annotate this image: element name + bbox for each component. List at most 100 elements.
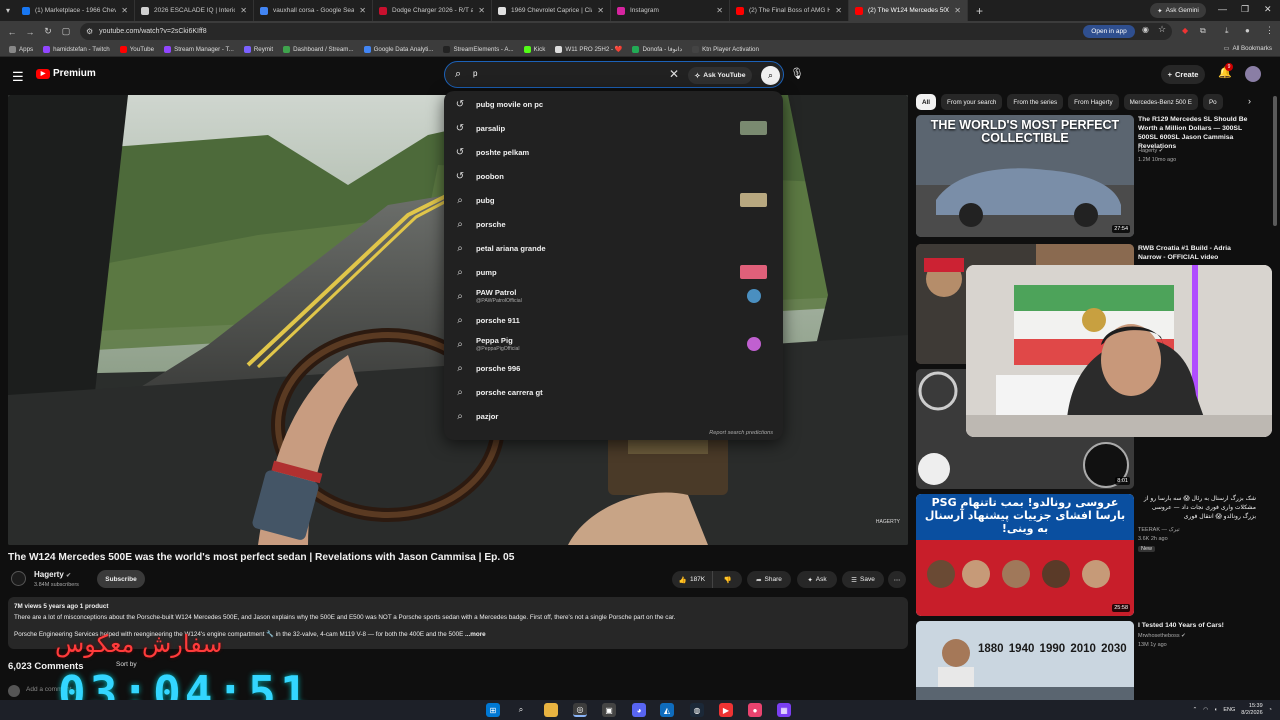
tab-close-icon[interactable]: ✕ (240, 6, 247, 15)
bookmark-item[interactable]: Stream Manager - T... (159, 45, 239, 53)
search-suggestion[interactable]: ⌕ petal ariana grande (444, 236, 783, 260)
open-in-app-button[interactable]: Open in app (1083, 25, 1135, 38)
bookmark-item[interactable]: Google Data Analyti... (359, 45, 439, 53)
scrollbar[interactable] (1273, 96, 1277, 226)
start-icon[interactable]: ⊞ (486, 703, 500, 717)
filter-chip[interactable]: All (916, 94, 937, 110)
search-suggestion[interactable]: ⌕ Peppa Pig @PeppaPigOfficial (444, 332, 783, 356)
account-avatar[interactable] (1245, 66, 1261, 82)
profile-icon[interactable]: ● (1245, 26, 1250, 35)
more-actions-button[interactable]: ⋯ (888, 571, 906, 588)
bookmark-item[interactable]: YouTube (115, 45, 159, 53)
filter-chip[interactable]: Po (1202, 94, 1223, 110)
filter-chip[interactable]: From the series (1007, 94, 1064, 110)
filter-chip[interactable]: From Hagerty (1068, 94, 1119, 110)
search-suggestion[interactable]: ⌕ pubg (444, 188, 783, 212)
recommendation-channel[interactable]: Mrwhosetheboss ✔ (1138, 633, 1186, 639)
search-suggestion[interactable]: ⌕ pump (444, 260, 783, 284)
tab-close-icon[interactable]: ✕ (359, 6, 366, 15)
password-icon[interactable]: ◉ (1142, 25, 1149, 34)
browser-tab[interactable]: Dodge Charger 2026 - R/T and ✕ (373, 0, 492, 21)
file-explorer-icon[interactable] (544, 703, 558, 717)
bookmark-item[interactable]: Kick (519, 45, 551, 53)
recommendation-item[interactable]: 1880 1940 1990 2010 2030 I Tested 140 Ye… (916, 621, 1256, 700)
reload-icon[interactable]: ↻ (42, 26, 54, 38)
search-suggestion[interactable]: ⌕ porsche 911 (444, 308, 783, 332)
channel-avatar[interactable] (11, 571, 26, 586)
tab-close-icon[interactable]: ✕ (478, 6, 485, 15)
browser-tab[interactable]: 1969 Chevrolet Caprice | Classic ✕ (492, 0, 611, 21)
bookmark-item[interactable]: Dashboard / Stream... (278, 45, 359, 53)
ask-button[interactable]: ✦ Ask (797, 571, 837, 588)
all-bookmarks[interactable]: ▭ All Bookmarks (1224, 45, 1272, 52)
report-predictions-link[interactable]: Report search predictions (709, 430, 773, 436)
notification-icon[interactable]: ◔ (1269, 707, 1272, 713)
filter-chip[interactable]: Mercedes-Benz 500 E (1123, 94, 1198, 110)
browser-tab[interactable]: Instagram ✕ (611, 0, 730, 21)
extension-icon[interactable]: ◆ (1182, 26, 1188, 35)
bookmark-star-icon[interactable]: ☆ (1158, 24, 1166, 35)
discord-icon[interactable]: ◕ (632, 703, 646, 717)
bookmark-item[interactable]: W11 PRO 25H2 - ❤️ (550, 45, 627, 53)
tray-arrow-icon[interactable]: ⌃ (1193, 707, 1198, 713)
browser-tab[interactable]: (2) The Final Boss of AMG Hot ✕ (730, 0, 849, 21)
search-suggestion[interactable]: ↺ poobon (444, 164, 783, 188)
ask-gemini-button[interactable]: ✦ Ask Gemini (1150, 3, 1206, 18)
search-suggestion[interactable]: ⌕ PAW Patrol @PAWPatrolOfficial (444, 284, 783, 308)
new-tab-button[interactable]: + (976, 4, 983, 18)
wifi-icon[interactable]: ◠ (1203, 707, 1208, 713)
youtube-logo[interactable]: ▶ Premium (36, 68, 96, 79)
tab-close-icon[interactable]: ✕ (716, 6, 723, 15)
url-text[interactable]: youtube.com/watch?v=2sCki6KIff8 (99, 28, 206, 35)
app3-icon[interactable]: ▦ (777, 703, 791, 717)
bookmark-item[interactable]: StreamElements - A... (438, 45, 518, 53)
close-window-icon[interactable]: ✕ (1264, 4, 1272, 15)
download-icon[interactable]: ⤓ (1225, 26, 1229, 36)
recommendation-channel[interactable]: Hagerty ✔ (1138, 148, 1163, 154)
share-button[interactable]: ➦ Share (747, 571, 791, 588)
channel-name[interactable]: Hagerty ✔ (34, 570, 71, 579)
maximize-icon[interactable]: ❐ (1241, 4, 1249, 15)
recommendation-title[interactable]: I Tested 140 Years of Cars! (1138, 621, 1256, 630)
address-bar[interactable]: ⚙ youtube.com/watch?v=2sCki6KIff8 Open i… (80, 23, 1172, 40)
ask-youtube-button[interactable]: ✧ Ask YouTube (688, 67, 752, 84)
tab-close-icon[interactable]: ✕ (121, 6, 128, 15)
search-button[interactable]: ⌕ (761, 66, 780, 85)
chrome-icon[interactable]: ◎ (573, 703, 587, 717)
recommendation-title[interactable]: شک بزرگ ارسنال به رئال 😱 سه بارسا رو از … (1138, 494, 1256, 521)
like-button[interactable]: 👍 187K (672, 571, 712, 588)
bookmark-item[interactable]: Reymit (239, 45, 278, 53)
search-taskbar-icon[interactable]: ⌕ (514, 703, 528, 717)
language-indicator[interactable]: ENG (1223, 707, 1235, 713)
browser-tab[interactable]: (2) The W124 Mercedes 500E ✕ (849, 0, 968, 21)
minimize-icon[interactable]: — (1218, 4, 1227, 14)
tab-list-icon[interactable]: ▾ (0, 6, 16, 15)
bookmark-item[interactable]: hamidstefan - Twitch (38, 45, 115, 53)
clear-search-icon[interactable]: ✕ (669, 67, 679, 81)
search-box[interactable]: ⌕ p ✕ ✧ Ask YouTube ⌕ (444, 61, 784, 88)
search-suggestion[interactable]: ⌕ porsche (444, 212, 783, 236)
bookmark-item[interactable]: Ktn Player Activation (687, 45, 764, 53)
search-suggestion[interactable]: ↺ pubg movile on pc (444, 92, 783, 116)
youtube-music-icon[interactable]: ▶ (719, 703, 733, 717)
search-suggestion[interactable]: ⌕ porsche carrera gt (444, 380, 783, 404)
taskbar-clock[interactable]: 15:39 8/2/2026 (1241, 703, 1262, 717)
forward-icon[interactable]: → (24, 26, 36, 38)
more-link[interactable]: ...more (463, 631, 486, 638)
steam-icon[interactable]: ◍ (690, 703, 704, 717)
recommendation-thumbnail[interactable]: عروسی رونالدو! بمب تاتنهام PSG بارسا افش… (916, 494, 1134, 616)
recommendation-thumbnail[interactable]: THE WORLD'S MOST PERFECT COLLECTIBLE 27:… (916, 115, 1134, 237)
dislike-button[interactable]: 👎 (712, 571, 742, 588)
filter-chip[interactable]: From your search (941, 94, 1003, 110)
recommendation-item[interactable]: THE WORLD'S MOST PERFECT COLLECTIBLE 27:… (916, 115, 1256, 237)
search-input[interactable]: p (473, 69, 477, 78)
save-button[interactable]: ☰ Save (842, 571, 884, 588)
recommendation-channel[interactable]: TEERAK — تیرک (1138, 527, 1180, 533)
search-suggestion[interactable]: ↺ poshte pelkam (444, 140, 783, 164)
browser-tab[interactable]: (1) Marketplace - 1966 Chevrolet ✕ (16, 0, 135, 21)
ea-icon[interactable]: ◭ (660, 703, 674, 717)
hamburger-menu-icon[interactable]: ☰ (12, 69, 24, 85)
recommendation-thumbnail[interactable]: 1880 1940 1990 2010 2030 (916, 621, 1134, 700)
site-info-icon[interactable]: ⚙ (86, 27, 93, 36)
browser-tab[interactable]: 2026 ESCALADE IQ | Interior Sc ✕ (135, 0, 254, 21)
